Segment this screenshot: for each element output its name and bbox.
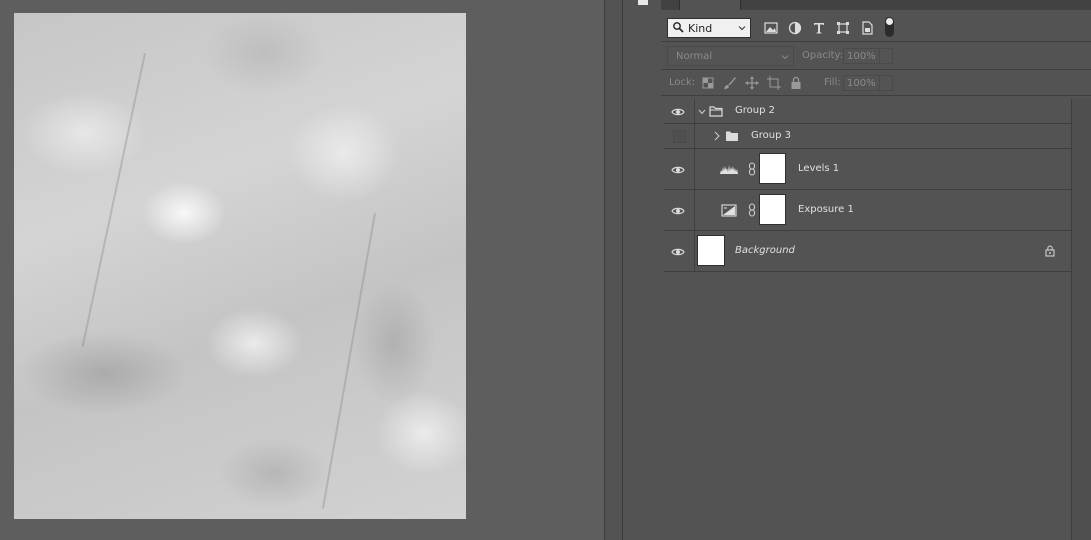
blend-mode-select[interactable]: Normal (667, 46, 794, 66)
pixel-filter-icon[interactable] (763, 20, 779, 36)
lock-position-icon[interactable] (745, 76, 759, 90)
layer-filter-row: Kind (661, 17, 1091, 41)
visibility-cell[interactable] (664, 149, 695, 189)
visibility-cell[interactable] (664, 99, 695, 123)
layer-thumbnail[interactable] (697, 235, 725, 266)
filter-toggle-switch[interactable] (885, 17, 894, 37)
link-icon[interactable] (748, 203, 756, 217)
opacity-field[interactable]: 100% (843, 48, 893, 64)
layer-name[interactable]: Levels 1 (798, 163, 839, 174)
canvas-area (0, 0, 604, 540)
panel-scrollbar-track[interactable] (1071, 99, 1091, 540)
visibility-cell[interactable] (664, 190, 695, 230)
visibility-cell[interactable] (664, 124, 695, 148)
panel-tab-bar (661, 0, 1091, 10)
chevron-down-icon[interactable] (698, 108, 706, 116)
levels-adjustment-icon (720, 165, 738, 174)
lock-label: Lock: (669, 77, 696, 88)
fill-dropdown-arrow[interactable] (879, 76, 892, 90)
layer-row-exposure-1[interactable]: Exposure 1 (664, 190, 1071, 231)
eye-icon[interactable] (671, 165, 685, 175)
layers-panel: Kind Normal Opacity: 100% Lock: Fill: 10… (661, 0, 1091, 540)
chevron-down-icon (738, 26, 746, 31)
smart-object-filter-icon[interactable] (859, 20, 875, 36)
tab-layers[interactable] (679, 0, 741, 10)
collapsed-panel-strip (622, 0, 662, 540)
image-streak (81, 53, 146, 347)
layer-name[interactable]: Exposure 1 (798, 204, 854, 215)
opacity-value: 100% (847, 51, 876, 62)
layer-mask-thumbnail[interactable] (759, 194, 786, 225)
fill-field[interactable]: 100% (843, 75, 893, 91)
layer-row-group-3[interactable]: Group 3 (664, 124, 1071, 149)
opacity-label: Opacity: (802, 50, 844, 61)
image-streak (321, 213, 376, 509)
adjustment-filter-icon[interactable] (787, 20, 803, 36)
divider (661, 95, 1091, 96)
panel-divider[interactable] (604, 0, 623, 540)
filter-kind-label: Kind (688, 22, 713, 35)
lock-row: Lock: Fill: 100% (661, 72, 1091, 94)
lock-all-icon[interactable] (789, 76, 803, 90)
panel-icon[interactable] (638, 0, 648, 5)
fill-label: Fill: (824, 77, 841, 88)
eye-icon[interactable] (671, 107, 685, 117)
shape-filter-icon[interactable] (835, 20, 851, 36)
blend-row: Normal Opacity: 100% (661, 45, 1091, 69)
layer-row-levels-1[interactable]: Levels 1 (664, 149, 1071, 190)
layer-mask-thumbnail[interactable] (759, 153, 786, 184)
link-icon[interactable] (748, 162, 756, 176)
search-icon (673, 22, 684, 33)
visibility-cell[interactable] (664, 231, 695, 271)
layer-name[interactable]: Group 3 (751, 130, 791, 141)
chevron-right-icon[interactable] (713, 131, 721, 141)
layer-name[interactable]: Background (735, 245, 795, 256)
folder-icon (726, 131, 738, 141)
fill-value: 100% (847, 78, 876, 89)
lock-artboard-icon[interactable] (767, 76, 781, 90)
lock-icon[interactable] (1045, 245, 1055, 257)
divider (661, 41, 1091, 42)
type-filter-icon[interactable] (811, 20, 827, 36)
lock-image-pixels-icon[interactable] (723, 76, 737, 90)
filter-kind-select[interactable]: Kind (667, 18, 751, 38)
chevron-down-icon (781, 55, 789, 60)
layer-name[interactable]: Group 2 (735, 105, 775, 116)
blend-mode-value: Normal (676, 51, 713, 62)
hidden-visibility-box[interactable] (673, 130, 686, 143)
divider (661, 69, 1091, 70)
layer-row-group-2[interactable]: Group 2 (664, 99, 1071, 124)
eye-icon[interactable] (671, 247, 685, 257)
layer-row-background[interactable]: Background (664, 231, 1071, 272)
eye-icon[interactable] (671, 206, 685, 216)
toggle-knob (886, 18, 893, 25)
folder-icon (709, 106, 723, 117)
document-canvas[interactable] (14, 13, 466, 519)
opacity-dropdown-arrow[interactable] (879, 49, 892, 63)
exposure-adjustment-icon (721, 204, 737, 217)
lock-transparent-pixels-icon[interactable] (701, 76, 715, 90)
